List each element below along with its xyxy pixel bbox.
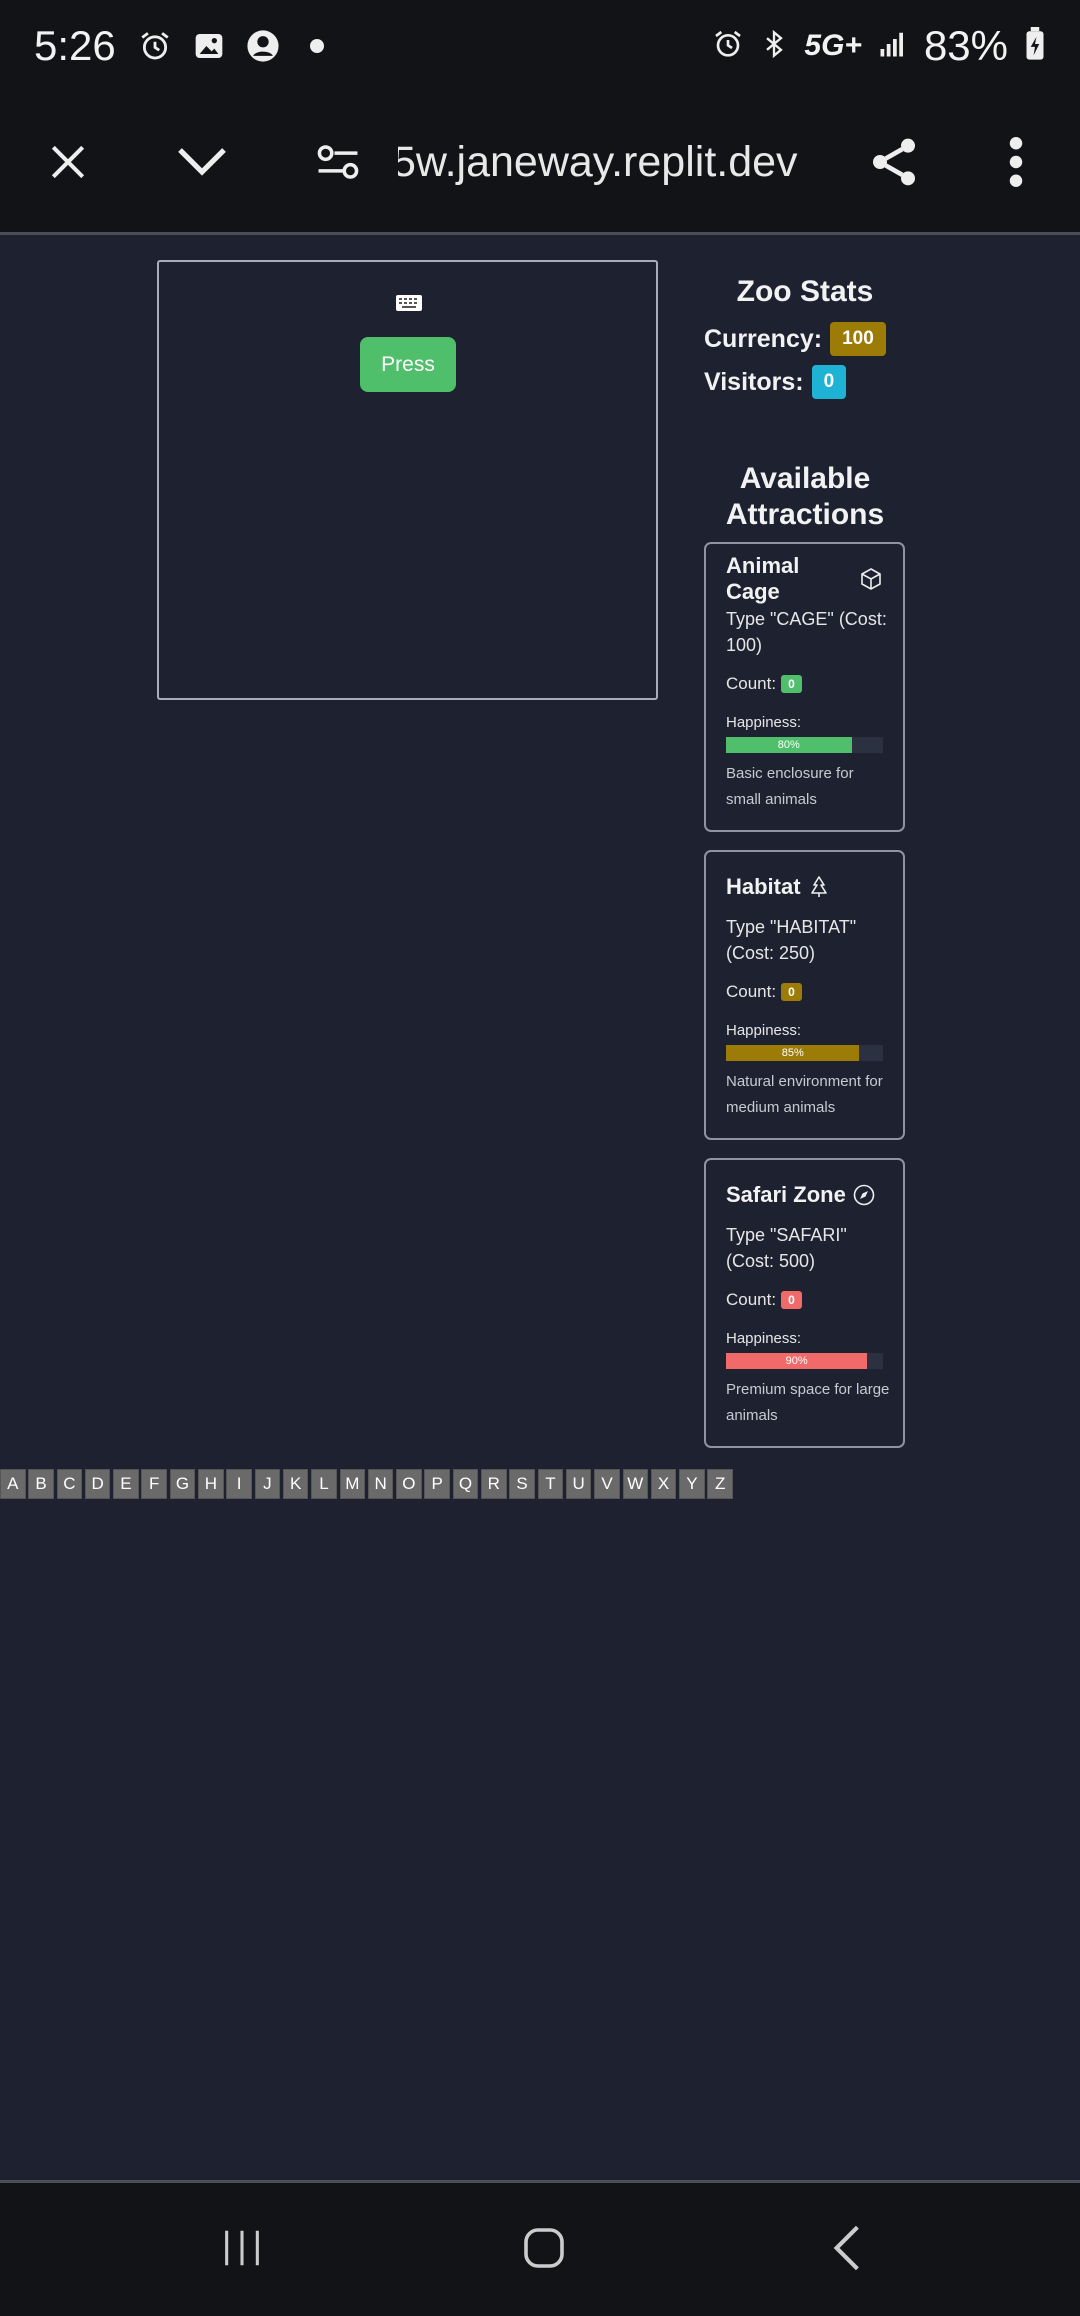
key-m[interactable]: M: [339, 1469, 366, 1499]
visitors-stat: Visitors: 0: [704, 365, 847, 399]
attraction-card-animal-cage[interactable]: Animal Cage Type "CAGE" (Cost: 100) Coun…: [704, 542, 905, 832]
alarm-icon: [134, 25, 176, 67]
gallery-icon: [188, 25, 230, 67]
site-settings-icon[interactable]: [308, 132, 368, 192]
count-label: Count:: [726, 1290, 777, 1309]
key-j[interactable]: J: [254, 1469, 281, 1499]
currency-stat: Currency: 100: [704, 322, 886, 356]
count-label: Count:: [726, 674, 777, 693]
compass-icon: [852, 1183, 876, 1207]
cube-icon: [859, 567, 883, 591]
tree-icon: [807, 875, 831, 899]
key-p[interactable]: P: [424, 1469, 450, 1499]
key-g[interactable]: G: [169, 1469, 196, 1499]
card-title: Safari Zone: [726, 1182, 846, 1207]
battery-charging-icon: [1024, 26, 1046, 66]
key-n[interactable]: N: [367, 1469, 394, 1499]
key-s[interactable]: S: [509, 1469, 535, 1499]
alphabet-keys: A B C D E F G H I J K L M N O P Q R S T …: [0, 1469, 736, 1499]
key-k[interactable]: K: [282, 1469, 309, 1499]
recent-apps-icon[interactable]: [202, 2213, 282, 2283]
close-icon[interactable]: [38, 132, 98, 192]
currency-badge: 100: [830, 322, 886, 356]
key-i[interactable]: I: [226, 1469, 252, 1499]
url-text: 5w.janeway.replit.dev: [398, 138, 798, 186]
attraction-card-habitat[interactable]: Habitat Type "HABITAT" (Cost: 250) Count…: [704, 850, 905, 1140]
system-nav-bar: [0, 2183, 1080, 2316]
key-q[interactable]: Q: [452, 1469, 479, 1499]
count-badge: 0: [781, 675, 802, 693]
key-z[interactable]: Z: [707, 1469, 733, 1499]
card-count: Count: 0: [726, 1290, 883, 1310]
account-icon: [242, 25, 284, 67]
happiness-label: Happiness:: [726, 1330, 802, 1347]
card-description: Premium space for large animals: [726, 1381, 890, 1424]
zoo-stats-title: Zoo Stats: [736, 275, 874, 308]
keyboard-icon[interactable]: [395, 294, 423, 312]
card-count: Count: 0: [726, 674, 883, 694]
browser-toolbar: 5w.janeway.replit.dev: [0, 92, 1080, 232]
card-description: Basic enclosure for small animals: [726, 765, 854, 808]
card-title: Habitat: [726, 874, 801, 899]
toolbar-divider: [0, 232, 1080, 235]
visitors-label: Visitors:: [704, 367, 804, 396]
attraction-card-safari-zone[interactable]: Safari Zone Type "SAFARI" (Cost: 500) Co…: [704, 1158, 905, 1448]
key-r[interactable]: R: [481, 1469, 507, 1499]
happiness-bar: 85%: [726, 1045, 883, 1061]
game-canvas[interactable]: Press: [157, 260, 658, 700]
key-o[interactable]: O: [396, 1469, 422, 1499]
happiness-label: Happiness:: [726, 714, 802, 731]
url-bar[interactable]: 5w.janeway.replit.dev: [398, 138, 828, 188]
available-attractions-title: Available Attractions: [725, 462, 885, 531]
key-f[interactable]: F: [141, 1469, 167, 1499]
card-type-text: Type "SAFARI" (Cost: 500): [726, 1225, 847, 1271]
home-icon[interactable]: [504, 2213, 584, 2283]
dot-icon: [296, 25, 338, 67]
status-bar: 5:26 5G+ 83%: [0, 0, 1080, 92]
happiness-label: Happiness:: [726, 1022, 802, 1039]
key-b[interactable]: B: [28, 1469, 54, 1499]
status-time: 5:26: [34, 22, 116, 69]
card-count: Count: 0: [726, 982, 883, 1002]
key-l[interactable]: L: [311, 1469, 337, 1499]
card-header: Animal Cage: [726, 553, 883, 604]
key-d[interactable]: D: [84, 1469, 111, 1499]
count-badge: 0: [781, 983, 802, 1001]
card-header: Safari Zone: [726, 1180, 883, 1210]
happiness-bar: 90%: [726, 1353, 883, 1369]
card-header: Habitat: [726, 872, 883, 902]
key-y[interactable]: Y: [679, 1469, 705, 1499]
count-badge: 0: [781, 1291, 802, 1309]
happiness-fill: 85%: [726, 1045, 860, 1061]
key-x[interactable]: X: [650, 1469, 677, 1499]
count-label: Count:: [726, 982, 777, 1001]
happiness-bar: 80%: [726, 737, 883, 753]
key-w[interactable]: W: [622, 1469, 649, 1499]
card-title: Animal Cage: [726, 553, 800, 604]
card-description: Natural environment for medium animals: [726, 1073, 883, 1116]
more-options-icon[interactable]: [986, 132, 1046, 192]
key-h[interactable]: H: [198, 1469, 224, 1499]
network-type: 5G+: [804, 29, 862, 62]
visitors-badge: 0: [811, 365, 847, 399]
alarm-icon: [712, 28, 744, 65]
key-c[interactable]: C: [56, 1469, 83, 1499]
press-button[interactable]: Press: [360, 337, 456, 392]
card-type-text: Type "CAGE" (Cost: 100): [726, 609, 887, 655]
key-e[interactable]: E: [113, 1469, 139, 1499]
share-icon[interactable]: [864, 132, 924, 192]
key-v[interactable]: V: [594, 1469, 620, 1499]
chevron-down-icon[interactable]: [172, 132, 232, 192]
bluetooth-icon: [760, 27, 788, 66]
key-t[interactable]: T: [537, 1469, 564, 1499]
card-type-text: Type "HABITAT" (Cost: 250): [726, 917, 857, 963]
back-icon[interactable]: [807, 2213, 887, 2283]
signal-icon: [878, 29, 908, 64]
key-u[interactable]: U: [565, 1469, 592, 1499]
happiness-fill: 90%: [726, 1353, 868, 1369]
currency-label: Currency:: [704, 324, 823, 353]
happiness-fill: 80%: [726, 737, 852, 753]
key-a[interactable]: A: [0, 1469, 26, 1499]
battery-percent: 83%: [923, 22, 1008, 69]
